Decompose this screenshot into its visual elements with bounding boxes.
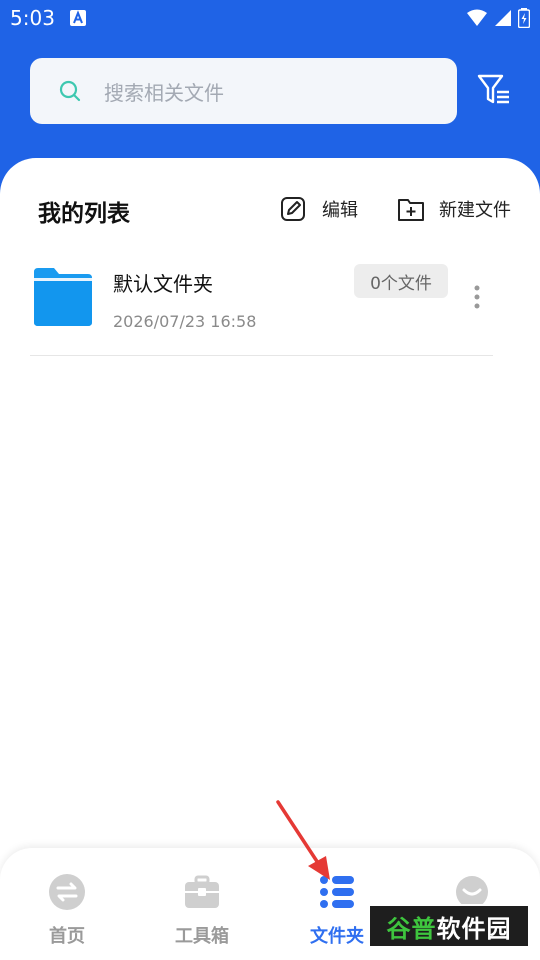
battery-icon <box>518 8 530 28</box>
edit-icon <box>281 197 305 221</box>
keyboard-a-icon <box>70 10 86 26</box>
status-bar: 5:03 <box>0 0 540 38</box>
search-icon <box>59 80 81 102</box>
home-swap-icon <box>49 874 85 910</box>
new-folder-icon <box>398 199 424 221</box>
nav-item-home[interactable]: 首页 <box>17 872 117 952</box>
filter-icon[interactable] <box>476 72 512 108</box>
edit-label: 编辑 <box>322 200 358 221</box>
search-placeholder: 搜索相关文件 <box>104 80 224 105</box>
nav-label-folder: 文件夹 <box>310 926 364 947</box>
nav-item-toolbox[interactable]: 工具箱 <box>152 872 252 952</box>
watermark-part1: 谷普 <box>386 914 437 943</box>
more-vertical-icon[interactable] <box>470 284 484 312</box>
file-count-badge: 0个文件 <box>354 264 448 298</box>
nav-label-home: 首页 <box>49 926 85 947</box>
new-file-label: 新建文件 <box>439 200 511 221</box>
edit-button[interactable]: 编辑 <box>280 194 358 224</box>
folder-name: 默认文件夹 <box>113 272 213 296</box>
status-icons <box>466 8 530 28</box>
red-arrow-annotation <box>276 800 330 880</box>
folder-date: 2026/07/23 16:58 <box>113 312 257 331</box>
toolbox-icon <box>185 875 219 908</box>
nav-label-toolbox: 工具箱 <box>175 926 229 947</box>
signal-icon <box>495 10 511 26</box>
status-time: 5:03 <box>10 6 55 30</box>
wifi-icon <box>467 9 487 26</box>
search-input[interactable]: 搜索相关文件 <box>30 58 457 124</box>
folder-icon <box>34 268 92 326</box>
watermark-logo: 谷普 软件园 <box>368 904 530 948</box>
section-title: 我的列表 <box>38 201 130 227</box>
list-item[interactable]: 默认文件夹 2026/07/23 16:58 0个文件 <box>30 250 493 356</box>
watermark-part2: 软件园 <box>436 914 512 943</box>
new-file-button[interactable]: 新建文件 <box>397 194 511 224</box>
